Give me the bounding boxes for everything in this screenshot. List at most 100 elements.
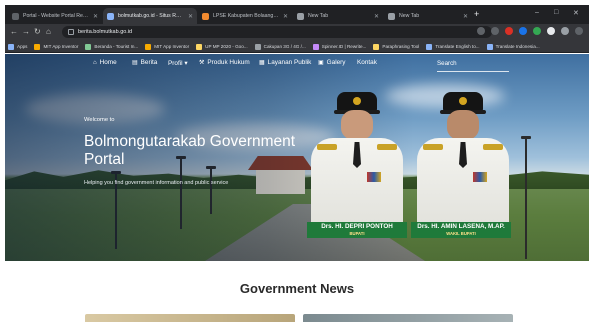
section-title: Government News (239, 281, 355, 296)
news-card-image[interactable] (85, 314, 295, 322)
search-input[interactable]: Search (437, 60, 509, 72)
browser-tab[interactable]: LPSE Kabupaten Bolaang Mongo ✕ (198, 8, 292, 24)
news-icon: ▤ (132, 60, 138, 66)
official-portrait: Drs. HI. DEPRI PONTOH BUPATI (305, 90, 407, 238)
close-tab-icon[interactable]: ✕ (188, 13, 193, 20)
tab-favicon-icon (297, 12, 304, 20)
star-icon[interactable] (491, 27, 499, 35)
profile-avatar-icon[interactable] (561, 27, 569, 35)
minimize-button[interactable]: ‒ (535, 9, 539, 16)
bookmark-item[interactable]: Translate Indonesia... (486, 43, 540, 50)
service-icon: ▦ (259, 60, 265, 66)
bookmark-item[interactable]: Translate English to... (426, 43, 480, 50)
bookmark-favicon-icon (312, 43, 319, 50)
bookmark-item[interactable]: Beranda - Tourist In... (85, 43, 139, 50)
close-window-button[interactable]: ✕ (573, 9, 579, 17)
extension-icons (477, 27, 583, 35)
extension-icon[interactable] (533, 27, 541, 35)
nav-label: Kontak (357, 59, 377, 66)
tab-favicon-icon (388, 12, 395, 20)
tab-title: bolmutkab.go.id - Situs Resmi Pe (118, 13, 184, 19)
hero-title: Bolmongutarakab Government Portal (84, 133, 296, 168)
epaulet-icon (423, 144, 443, 150)
home-icon[interactable]: ⌂ (46, 27, 51, 37)
close-tab-icon[interactable]: ✕ (93, 13, 98, 20)
extension-icon[interactable] (519, 27, 527, 35)
news-card-image[interactable] (303, 314, 513, 322)
official-cap (334, 92, 380, 114)
bookmark-item[interactable]: MIT App Inventor (145, 43, 190, 50)
browser-toolbar: ← → ↻ ⌂ berita.bolmutkab.go.id (5, 24, 589, 41)
nav-kontak[interactable]: Kontak (357, 59, 377, 66)
tab-title: New Tab (399, 13, 420, 19)
bookmark-item[interactable]: Apps (8, 43, 27, 50)
apps-grid-icon (8, 43, 14, 50)
tab-favicon-icon (107, 12, 114, 20)
official-role: WAKIL BUPATI (446, 231, 476, 236)
forward-arrow-icon[interactable]: → (22, 27, 30, 37)
bookmark-label: Beranda - Tourist In... (94, 44, 139, 49)
site-navbar: ⌂ Home ▤ Berita Profil ▾ ⚒ Produk Hukum ▦ La… (5, 54, 589, 76)
nav-home[interactable]: ⌂ Home (93, 59, 117, 66)
back-arrow-icon[interactable]: ← (10, 27, 18, 37)
home-icon: ⌂ (93, 59, 97, 66)
bookmark-item[interactable]: Paraphrasing Tool (373, 43, 420, 50)
close-tab-icon[interactable]: ✕ (463, 13, 468, 20)
official-cap (440, 92, 486, 114)
cap-emblem-icon (353, 97, 361, 105)
new-tab-button[interactable]: + (474, 10, 479, 19)
epaulet-icon (483, 144, 503, 150)
cap-emblem-icon (459, 97, 467, 105)
official-face (341, 110, 373, 140)
translate-icon (486, 43, 493, 50)
reload-icon[interactable]: ↻ (34, 27, 41, 37)
tab-title: New Tab (308, 13, 329, 19)
nav-berita[interactable]: ▤ Berita (132, 59, 157, 66)
nav-profil[interactable]: Profil ▾ (168, 59, 188, 67)
browser-tab-active[interactable]: bolmutkab.go.id - Situs Resmi Pe ✕ (103, 8, 197, 24)
epaulet-icon (317, 144, 337, 150)
maximize-button[interactable]: □ (554, 9, 558, 16)
tab-favicon-icon (12, 12, 19, 20)
menu-dots-icon[interactable] (575, 27, 583, 35)
bookmark-label: UP MP 2020 - Goo... (205, 44, 248, 49)
bookmark-item[interactable]: Cakupan 3G / 4G /... (254, 43, 306, 50)
hero-banner: ⌂ Home ▤ Berita Profil ▾ ⚒ Produk Hukum ▦ La… (5, 54, 589, 261)
extension-icon[interactable] (505, 27, 513, 35)
lock-icon (68, 29, 74, 35)
puzzle-icon[interactable] (547, 27, 555, 35)
medals-icon (473, 172, 487, 182)
bookmark-item[interactable]: UP MP 2020 - Goo... (196, 43, 248, 50)
browser-tab[interactable]: Portal - Website Portal Resmi Pe ✕ (8, 8, 102, 24)
tab-favicon-icon (202, 12, 209, 20)
nav-label: Layanan Publik (267, 59, 312, 66)
browser-tab[interactable]: New Tab ✕ (293, 8, 383, 24)
bookmark-label: MIT App Inventor (154, 44, 190, 49)
close-tab-icon[interactable]: ✕ (283, 13, 288, 20)
official-name: Drs. HI. DEPRI PONTOH (321, 223, 393, 230)
browser-tab[interactable]: New Tab ✕ (384, 8, 472, 24)
official-name: Drs. HI. AMIN LASENA, M.AP. (417, 223, 505, 230)
bookmark-favicon-icon (145, 43, 152, 50)
bookmark-favicon-icon (34, 43, 41, 50)
browser-window: Portal - Website Portal Resmi Pe ✕ bolmu… (5, 5, 589, 322)
gallery-icon: ▣ (318, 60, 324, 66)
nav-layanan-publik[interactable]: ▦ Layanan Publik (259, 59, 311, 66)
nav-galery[interactable]: ▣ Galery (318, 59, 346, 66)
official-face (447, 110, 479, 140)
bookmark-label: Spinner.ID | Rewrite... (321, 44, 367, 49)
bookmarks-bar: Apps MIT App Inventor Beranda - Tourist … (5, 41, 589, 53)
bookmark-item[interactable]: MIT App Inventor (34, 43, 78, 50)
official-name-bar: Drs. HI. DEPRI PONTOH BUPATI (307, 222, 407, 238)
tab-title: Portal - Website Portal Resmi Pe (23, 13, 89, 19)
nav-label: Profil ▾ (168, 60, 188, 67)
address-bar[interactable]: berita.bolmutkab.go.id (62, 26, 492, 38)
gavel-icon: ⚒ (199, 60, 205, 66)
bookmark-item[interactable]: Spinner.ID | Rewrite... (312, 43, 367, 50)
bookmark-label: Paraphrasing Tool (382, 44, 420, 49)
bookmark-label: Translate Indonesia... (495, 44, 540, 49)
bookmark-favicon-icon (196, 43, 203, 50)
nav-produk-hukum[interactable]: ⚒ Produk Hukum (199, 59, 250, 66)
close-tab-icon[interactable]: ✕ (374, 13, 379, 20)
share-icon[interactable] (477, 27, 485, 35)
